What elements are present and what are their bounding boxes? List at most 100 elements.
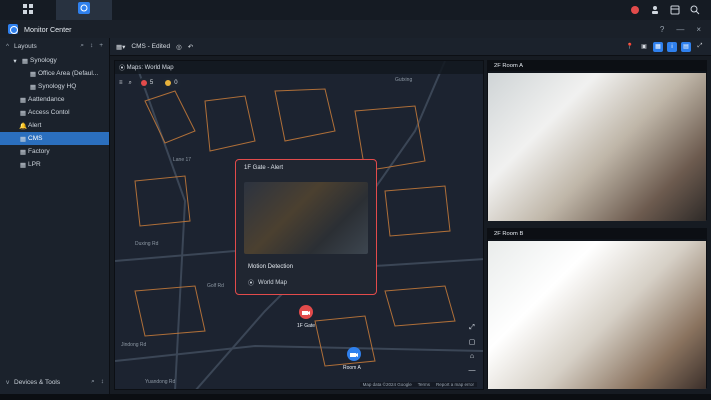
sidebar-item-synology[interactable]: ▾ ▦ Synology: [0, 54, 109, 67]
minimize-icon[interactable]: —: [676, 25, 684, 34]
chevron-down-icon[interactable]: v: [6, 379, 14, 386]
search-icon[interactable]: ⌕: [91, 378, 95, 386]
sidebar-item-label: Office Area (Defaul...: [38, 70, 99, 77]
apps-grid-button[interactable]: [0, 0, 56, 20]
toolbar-right: 📍 ▣ ▦ i ▤ ⤢: [625, 41, 705, 52]
fit-map-icon[interactable]: ⤢: [467, 323, 477, 333]
camera-feed[interactable]: [488, 241, 706, 389]
layout-icon: ▦: [21, 57, 29, 65]
search-icon[interactable]: [689, 4, 701, 16]
roomA-camera-marker[interactable]: [347, 347, 361, 361]
alert-event: Motion Detection: [248, 264, 294, 270]
zoom-out-icon[interactable]: —: [467, 365, 477, 375]
info-icon[interactable]: i: [667, 41, 677, 52]
sidebar-item-office-area[interactable]: ▦ Office Area (Defaul...: [0, 67, 109, 80]
user-icon[interactable]: [649, 4, 661, 16]
camera-icon: [350, 345, 358, 363]
sort-icon[interactable]: ↕: [90, 42, 93, 50]
panel-icon[interactable]: ▤: [681, 41, 691, 52]
close-icon[interactable]: ×: [696, 25, 701, 34]
map-attribution: Map data ©2024 Google: [362, 382, 412, 387]
menu-icon[interactable]: ≡: [119, 80, 123, 86]
app-title: Monitor Center: [24, 24, 72, 34]
notification-icon[interactable]: [629, 4, 641, 16]
red-alert-count[interactable]: 5: [137, 78, 157, 88]
grid-icon[interactable]: ▦: [653, 41, 663, 52]
surveillance-app-icon: [78, 1, 90, 19]
layout-name: CMS - Edited: [131, 43, 171, 50]
gate-camera-marker[interactable]: [299, 305, 313, 319]
check-icon[interactable]: ◎: [176, 43, 182, 51]
map-terms-link[interactable]: Terms: [418, 382, 430, 387]
map-view[interactable]: Duxing Rd Golf Rd Jindong Rd Yuandong Rd…: [114, 60, 484, 390]
street-label: Lane 17: [173, 157, 191, 163]
alert-popup-title: 1F Gate - Alert: [244, 165, 284, 171]
layout-icon: ▦: [29, 83, 37, 91]
devices-tools-label: Devices & Tools: [14, 378, 61, 386]
surveillance-app-button[interactable]: [56, 0, 112, 20]
home-icon[interactable]: ⌂: [467, 351, 477, 361]
fullscreen-icon[interactable]: ⤢: [695, 42, 705, 52]
alert-location: ⦿ World Map: [248, 278, 287, 288]
sidebar-item-lpr[interactable]: ▦ LPR: [0, 158, 109, 171]
sort-icon[interactable]: ↕: [101, 378, 104, 386]
aspect-icon[interactable]: ▣: [639, 42, 649, 52]
undo-icon[interactable]: ↶: [188, 43, 193, 51]
camera-tile-2f-room-a[interactable]: 2F Room A: [487, 60, 707, 221]
sidebar-item-label: Synology HQ: [38, 83, 77, 90]
widgets-icon[interactable]: [669, 4, 681, 16]
location-icon: ⦿: [248, 281, 255, 287]
devices-tools-section: v Devices & Tools ⌕ ↕: [0, 374, 110, 390]
layouts-section-header[interactable]: ^ Layouts ⌕ ↕ +: [0, 38, 109, 54]
street-label: Golf Rd: [207, 283, 224, 289]
chevron-up-icon[interactable]: ^: [6, 43, 14, 50]
sidebar-item-label: LPR: [28, 161, 41, 168]
sidebar-item-label: Aattendance: [28, 96, 65, 103]
chevron-down-icon[interactable]: ▾: [10, 57, 20, 65]
sidebar-item-alert[interactable]: 🔔 Alert: [0, 119, 109, 132]
layout-icon: ▦: [19, 161, 27, 169]
street-label: Duxing Rd: [135, 241, 159, 247]
sidebar-item-label: CMS: [28, 135, 43, 142]
search-icon[interactable]: ⌕: [129, 80, 132, 87]
bell-icon: 🔔: [18, 122, 28, 130]
roomA-marker-label: Room A: [343, 365, 361, 371]
street-label: Yuandong Rd: [145, 379, 176, 385]
add-icon[interactable]: +: [99, 42, 103, 50]
sidebar-item-factory[interactable]: ▦ Factory: [0, 145, 109, 158]
sidebar-item-cms[interactable]: ▦ CMS: [0, 132, 109, 145]
sidebar-item-label: Alert: [28, 122, 42, 129]
map-header: ⦿ Maps: World Map: [115, 61, 483, 74]
yellow-alert-value: 0: [174, 80, 178, 86]
top-taskbar: [0, 0, 711, 20]
sidebar-item-synology-hq[interactable]: ▦ Synology HQ: [0, 80, 109, 93]
layout-icon: ▦: [19, 109, 27, 117]
bottom-bar: [0, 394, 711, 400]
pin-icon: ⦿: [119, 66, 127, 72]
devices-tools-header[interactable]: v Devices & Tools ⌕ ↕: [0, 374, 110, 390]
sidebar-item-access-control[interactable]: ▦ Access Contol: [0, 106, 109, 119]
camera-feed[interactable]: [488, 73, 706, 221]
window-controls: ? — ×: [660, 25, 711, 34]
layout-icon: ▦: [29, 70, 37, 78]
pin-icon[interactable]: 📍: [625, 42, 635, 52]
layout-icon: ▦: [19, 135, 27, 143]
camera-icon: [302, 303, 310, 321]
yellow-alert-icon: [165, 80, 172, 86]
search-icon[interactable]: ⌕: [80, 42, 84, 50]
layouts-tools: ⌕ ↕ +: [80, 42, 103, 50]
yellow-alert-count[interactable]: 0: [162, 78, 181, 88]
layout-icon: ▦: [19, 96, 27, 104]
sidebar-item-aattendance[interactable]: ▦ Aattendance: [0, 93, 109, 106]
map-footer: Map data ©2024 Google Terms Report a map…: [359, 382, 477, 387]
red-alert-value: 5: [149, 80, 154, 86]
help-icon[interactable]: ?: [660, 25, 664, 34]
alert-snapshot[interactable]: [244, 182, 368, 254]
select-area-icon[interactable]: ▢: [467, 337, 477, 347]
map-report-link[interactable]: Report a map error: [436, 382, 474, 387]
street-label: Jindong Rd: [121, 342, 147, 348]
devices-tools: ⌕ ↕: [91, 378, 104, 386]
layout-switch-icon[interactable]: ▦▾: [116, 43, 125, 51]
camera-tile-2f-room-b[interactable]: 2F Room B: [487, 228, 707, 389]
alert-popup[interactable]: 1F Gate - Alert Motion Detection ⦿ World…: [235, 159, 377, 295]
